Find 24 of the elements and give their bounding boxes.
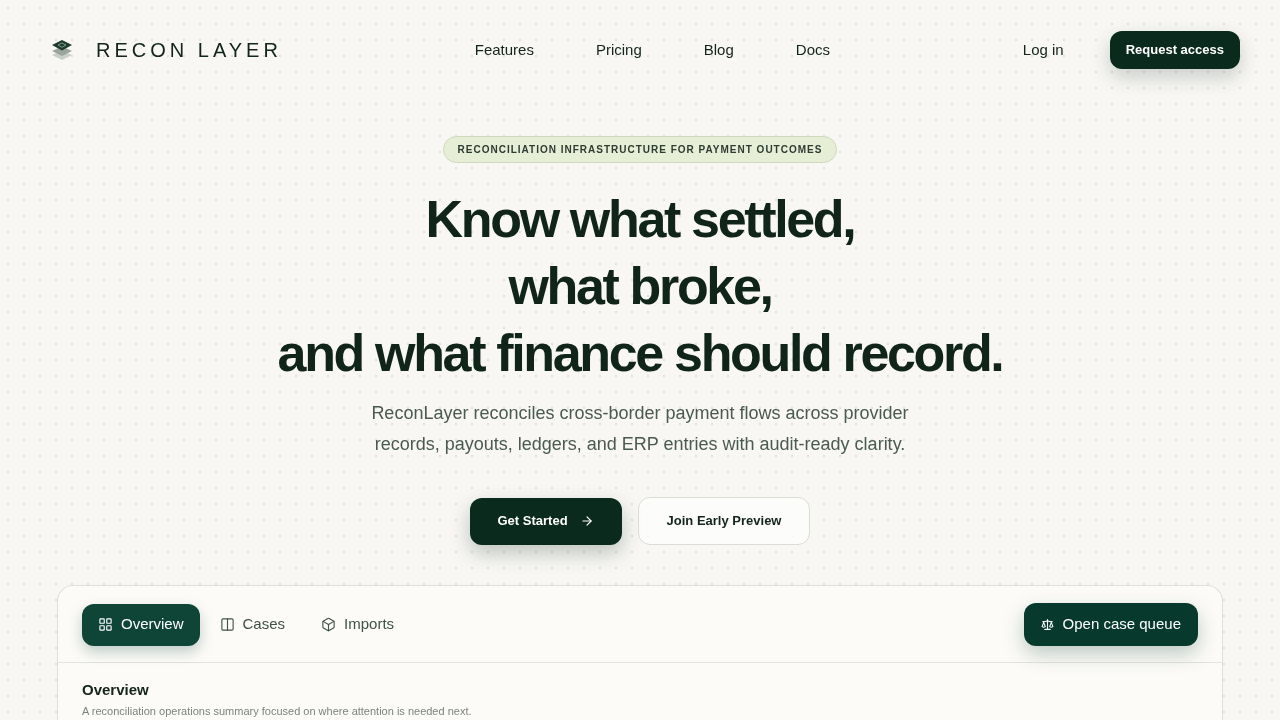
view-tab[interactable]: Overview	[82, 603, 200, 646]
scale-icon	[1040, 618, 1054, 631]
nav-link[interactable]: Pricing	[595, 38, 642, 62]
hero-description: ReconLayer reconciles cross-border payment flows across provider records, payouts, ledgers, and ERP entries with audit-ready clarity.	[370, 402, 910, 456]
request-access-button[interactable]: Request access	[1109, 31, 1240, 69]
brand-name: RECON LAYER	[96, 38, 282, 63]
stacked-layers-logo-icon	[50, 38, 74, 62]
hero-headline: Know what settled, what broke, and what finance should record.	[277, 189, 1003, 384]
nav-link[interactable]: Docs	[795, 38, 830, 62]
section-title: Overview	[82, 681, 150, 699]
section-subtitle: A reconciliation operations summary focused on where attention is needed next.	[82, 705, 473, 718]
login-link[interactable]: Log in	[1022, 38, 1064, 62]
nav-link[interactable]: Blog	[703, 38, 734, 62]
arrow-right-icon	[579, 514, 594, 528]
get-started-button[interactable]: Get Started	[469, 497, 622, 545]
tagline-badge: RECONCILIATION INFRASTRUCTURE FOR PAYMENT OUTCOMES	[442, 136, 838, 163]
columns-icon	[219, 617, 235, 632]
grid-icon	[98, 617, 113, 632]
open-case-queue-button[interactable]: Open case queue	[1023, 603, 1198, 646]
view-tab[interactable]: Imports	[305, 603, 411, 646]
nav-link[interactable]: Features	[474, 38, 534, 62]
join-preview-button[interactable]: Join Early Preview	[637, 497, 811, 545]
cube-icon	[321, 617, 337, 632]
view-tab[interactable]: Cases	[203, 603, 302, 646]
